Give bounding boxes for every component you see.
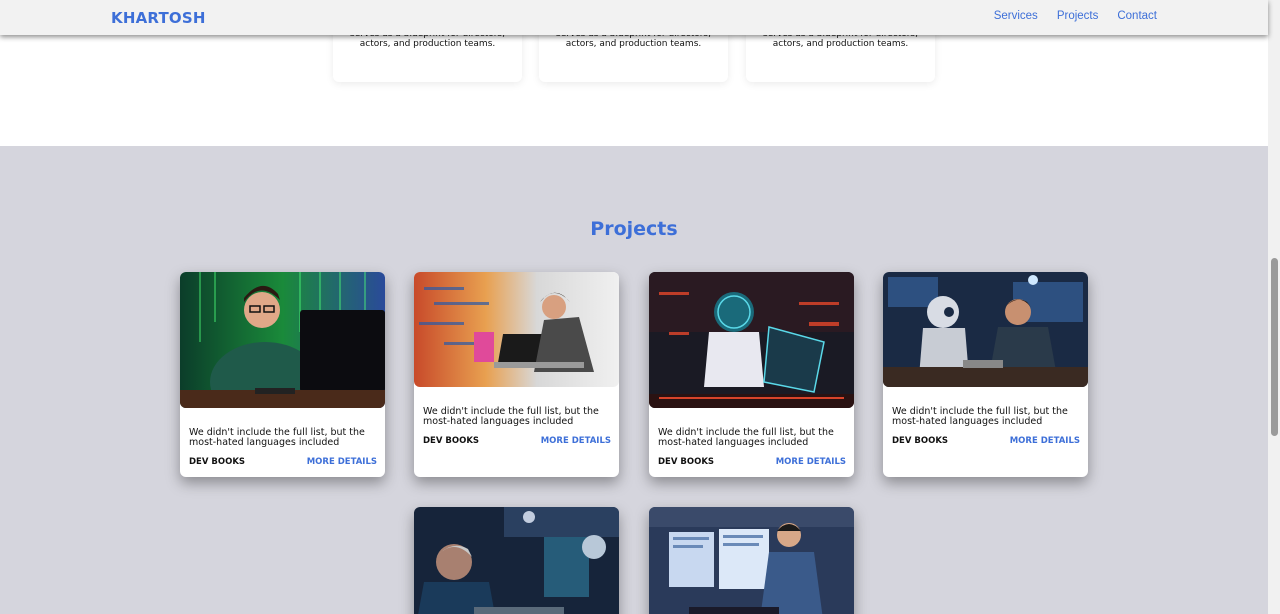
section-title: Projects: [590, 218, 678, 240]
project-image-engineer-robot: [414, 507, 619, 614]
projects-section: Projects We didn't include the full list…: [0, 146, 1268, 614]
project-card: We didn't include the full list, but the…: [883, 272, 1088, 477]
project-card-footer: DEV BOOKS MORE DETAILS: [414, 436, 619, 446]
project-card-footer: DEV BOOKS MORE DETAILS: [180, 457, 385, 467]
project-image-robot-and-human: [883, 272, 1088, 387]
more-details-link[interactable]: MORE DETAILS: [541, 436, 611, 446]
project-card-footer: DEV BOOKS MORE DETAILS: [883, 436, 1088, 446]
project-tag: DEV BOOKS: [892, 436, 949, 446]
project-description: We didn't include the full list, but the…: [423, 406, 599, 427]
project-image-robot-computer: [649, 272, 854, 408]
project-card-footer: DEV BOOKS MORE DETAILS: [649, 457, 854, 467]
project-tag: DEV BOOKS: [658, 457, 715, 467]
scrollbar[interactable]: [1268, 0, 1280, 614]
nav-link-services[interactable]: Services: [994, 10, 1038, 22]
navbar: KHARTOSH Services Projects Contact: [0, 0, 1268, 35]
nav-links: Services Projects Contact: [994, 10, 1157, 22]
project-image-woman-monitors: [649, 507, 854, 614]
project-card: We didn't include the full list, but the…: [414, 272, 619, 477]
more-details-link[interactable]: MORE DETAILS: [307, 457, 377, 467]
project-description: We didn't include the full list, but the…: [658, 427, 834, 448]
project-image-laptop-artist: [414, 272, 619, 387]
project-tag: DEV BOOKS: [189, 457, 246, 467]
project-description: We didn't include the full list, but the…: [892, 406, 1068, 427]
brand-logo[interactable]: KHARTOSH: [111, 9, 206, 27]
project-image-coder: [180, 272, 385, 408]
project-card: [414, 507, 619, 614]
nav-link-projects[interactable]: Projects: [1057, 10, 1099, 22]
more-details-link[interactable]: MORE DETAILS: [776, 457, 846, 467]
scrollbar-thumb[interactable]: [1271, 258, 1278, 436]
project-card: [649, 507, 854, 614]
project-description: We didn't include the full list, but the…: [189, 427, 365, 448]
project-tag: DEV BOOKS: [423, 436, 480, 446]
project-card: We didn't include the full list, but the…: [180, 272, 385, 477]
more-details-link[interactable]: MORE DETAILS: [1010, 436, 1080, 446]
project-card: We didn't include the full list, but the…: [649, 272, 854, 477]
nav-link-contact[interactable]: Contact: [1117, 10, 1157, 22]
